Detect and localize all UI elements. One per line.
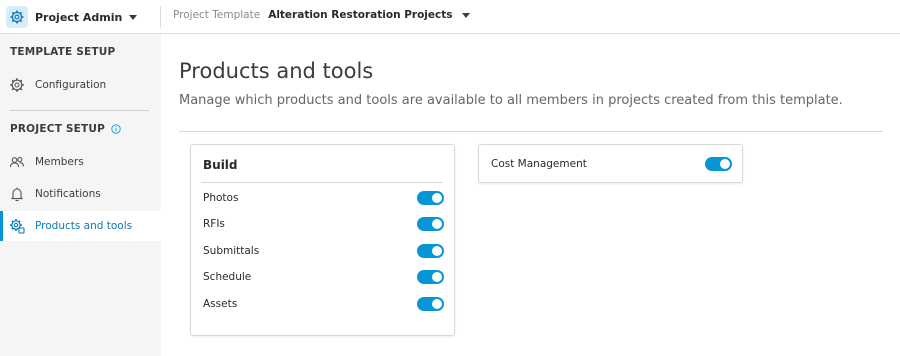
build-card: Build Photos RFIs Submittals Schedule As…	[190, 144, 455, 336]
info-icon[interactable]	[111, 124, 121, 134]
bell-icon	[9, 186, 25, 202]
schedule-toggle[interactable]	[417, 270, 444, 284]
template-name: Alteration Restoration Projects	[268, 9, 453, 21]
toggle-knob	[432, 272, 442, 282]
app-switcher[interactable]: Project Admin	[6, 5, 138, 29]
tool-row-submittals: Submittals	[203, 241, 444, 261]
cost-management-toggle[interactable]	[705, 157, 732, 171]
sidebar-item-products-and-tools[interactable]: Products and tools	[0, 211, 161, 241]
tool-label: Photos	[203, 192, 239, 204]
toggle-knob	[432, 246, 442, 256]
gear-icon	[9, 77, 25, 93]
card-title: Build	[203, 158, 238, 172]
template-selector[interactable]: Project Template Alteration Restoration …	[173, 9, 470, 21]
section-heading-project-setup: PROJECT SETUP	[10, 123, 121, 135]
toggle-knob	[432, 193, 442, 203]
section-heading-template-setup: TEMPLATE SETUP	[10, 46, 116, 58]
sidebar: TEMPLATE SETUP Configuration PROJECT SET…	[0, 34, 161, 356]
section-heading-label: PROJECT SETUP	[10, 123, 106, 135]
chevron-down-icon	[129, 14, 138, 20]
tool-row-schedule: Schedule	[203, 267, 444, 287]
header-divider	[160, 6, 161, 28]
toggle-knob	[720, 159, 730, 169]
main-content: Products and tools Manage which products…	[161, 34, 900, 356]
people-icon	[9, 154, 25, 170]
card-divider	[201, 182, 443, 183]
submittals-toggle[interactable]	[417, 244, 444, 258]
tool-label: RFIs	[203, 218, 225, 230]
rfis-toggle[interactable]	[417, 217, 444, 231]
tool-row-rfis: RFIs	[203, 214, 444, 234]
tool-label: Cost Management	[491, 158, 587, 170]
gear-icon	[6, 6, 28, 28]
toggle-knob	[432, 299, 442, 309]
template-label: Project Template	[173, 9, 261, 21]
tool-label: Assets	[203, 298, 238, 310]
sidebar-divider	[10, 110, 149, 111]
tool-label: Schedule	[203, 271, 252, 283]
app-name: Project Admin	[35, 10, 123, 24]
page-subtitle: Manage which products and tools are avai…	[179, 93, 843, 108]
content-divider	[179, 131, 883, 132]
assets-toggle[interactable]	[417, 297, 444, 311]
gear-tools-icon	[9, 218, 25, 234]
photos-toggle[interactable]	[417, 191, 444, 205]
sidebar-item-notifications[interactable]: Notifications	[0, 179, 161, 209]
sidebar-item-label: Products and tools	[35, 220, 133, 232]
sidebar-item-label: Notifications	[35, 188, 101, 200]
tool-label: Submittals	[203, 245, 260, 257]
tool-row-assets: Assets	[203, 294, 444, 314]
toggle-knob	[432, 219, 442, 229]
page-title: Products and tools	[179, 59, 374, 83]
sidebar-item-label: Members	[35, 156, 84, 168]
sidebar-item-configuration[interactable]: Configuration	[0, 70, 161, 100]
sidebar-item-members[interactable]: Members	[0, 147, 161, 177]
tool-row-cost-management: Cost Management	[491, 154, 732, 174]
top-bar: Project Admin Project Template Alteratio…	[0, 0, 900, 34]
sidebar-item-label: Configuration	[35, 79, 107, 91]
tool-row-photos: Photos	[203, 188, 444, 208]
cost-management-card: Cost Management	[478, 144, 743, 183]
chevron-down-icon	[461, 12, 470, 18]
